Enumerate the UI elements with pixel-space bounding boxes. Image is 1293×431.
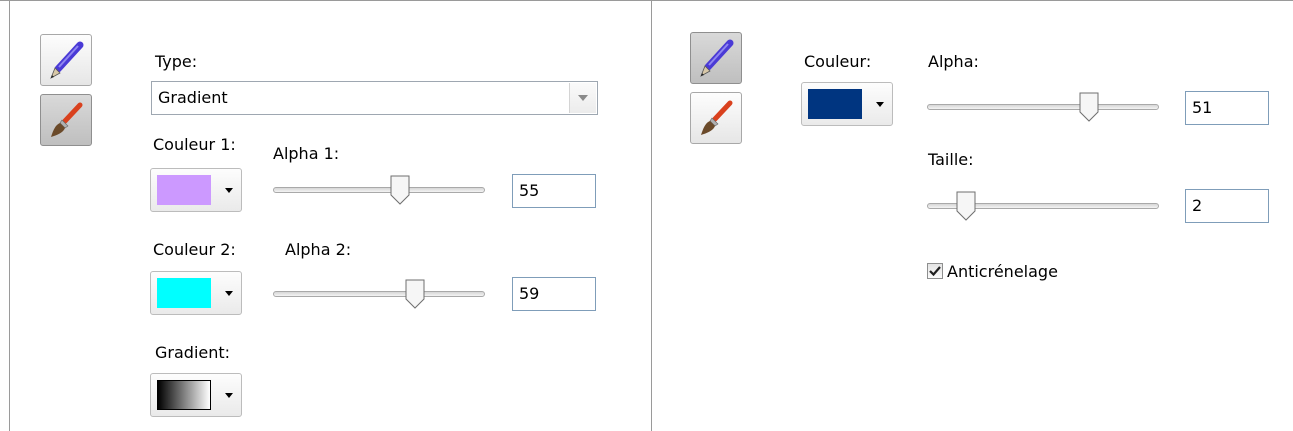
alpha1-slider-thumb[interactable]	[390, 175, 410, 205]
type-dropdown-value: Gradient	[158, 88, 228, 107]
pen-tool-button[interactable]	[690, 32, 742, 84]
caret-down-icon	[225, 188, 233, 193]
caret-down-icon	[225, 393, 233, 398]
color2-swatch	[157, 278, 211, 308]
alpha2-slider-track	[273, 291, 485, 297]
size-input[interactable]: 2	[1185, 189, 1269, 223]
brush-icon	[701, 100, 733, 135]
alpha1-input[interactable]: 55	[512, 174, 596, 208]
antialias-label[interactable]: Anticrénelage	[947, 262, 1058, 281]
alpha2-label: Alpha 2:	[285, 240, 352, 259]
panel-divider	[651, 0, 652, 431]
alpha-label: Alpha:	[928, 52, 979, 71]
alpha2-slider-thumb[interactable]	[405, 279, 425, 309]
size-slider[interactable]	[927, 191, 1159, 221]
color1-label: Couleur 1:	[153, 135, 236, 154]
size-slider-thumb[interactable]	[956, 191, 976, 221]
type-label: Type:	[155, 52, 198, 71]
caret-down-icon	[225, 291, 233, 296]
type-dropdown[interactable]: Gradient	[151, 81, 598, 115]
alpha-slider-track	[927, 104, 1159, 110]
alpha-input[interactable]: 51	[1185, 91, 1269, 125]
size-label: Taille:	[928, 150, 974, 169]
chevron-down-icon[interactable]	[569, 83, 596, 113]
gradient-picker-button[interactable]	[150, 373, 242, 417]
stroke-color-swatch	[808, 89, 862, 119]
alpha1-label: Alpha 1:	[273, 144, 340, 163]
alpha-slider[interactable]	[927, 92, 1159, 122]
pen-icon	[50, 41, 84, 79]
gradient-swatch	[157, 380, 211, 410]
stroke-color-picker-button[interactable]	[801, 82, 893, 126]
antialias-checkbox[interactable]	[927, 263, 943, 279]
checkmark-icon	[929, 266, 941, 277]
gradient-label: Gradient:	[155, 343, 231, 362]
alpha1-slider[interactable]	[273, 175, 485, 205]
brush-icon	[51, 102, 83, 137]
color-label: Couleur:	[804, 52, 872, 71]
caret-down-icon	[876, 102, 884, 107]
alpha-slider-thumb[interactable]	[1079, 92, 1099, 122]
color1-swatch	[157, 175, 211, 205]
pen-icon	[700, 39, 734, 77]
color2-picker-button[interactable]	[150, 271, 242, 315]
color2-label: Couleur 2:	[153, 240, 236, 259]
panel-left-border	[9, 0, 10, 431]
brush-tool-button[interactable]	[690, 92, 742, 144]
alpha2-input[interactable]: 59	[512, 277, 596, 311]
color1-picker-button[interactable]	[150, 168, 242, 212]
panel-top-border	[0, 0, 1293, 1]
pen-tool-button[interactable]	[40, 34, 92, 86]
alpha2-slider[interactable]	[273, 279, 485, 309]
brush-tool-button[interactable]	[40, 94, 92, 146]
alpha1-slider-track	[273, 187, 485, 193]
